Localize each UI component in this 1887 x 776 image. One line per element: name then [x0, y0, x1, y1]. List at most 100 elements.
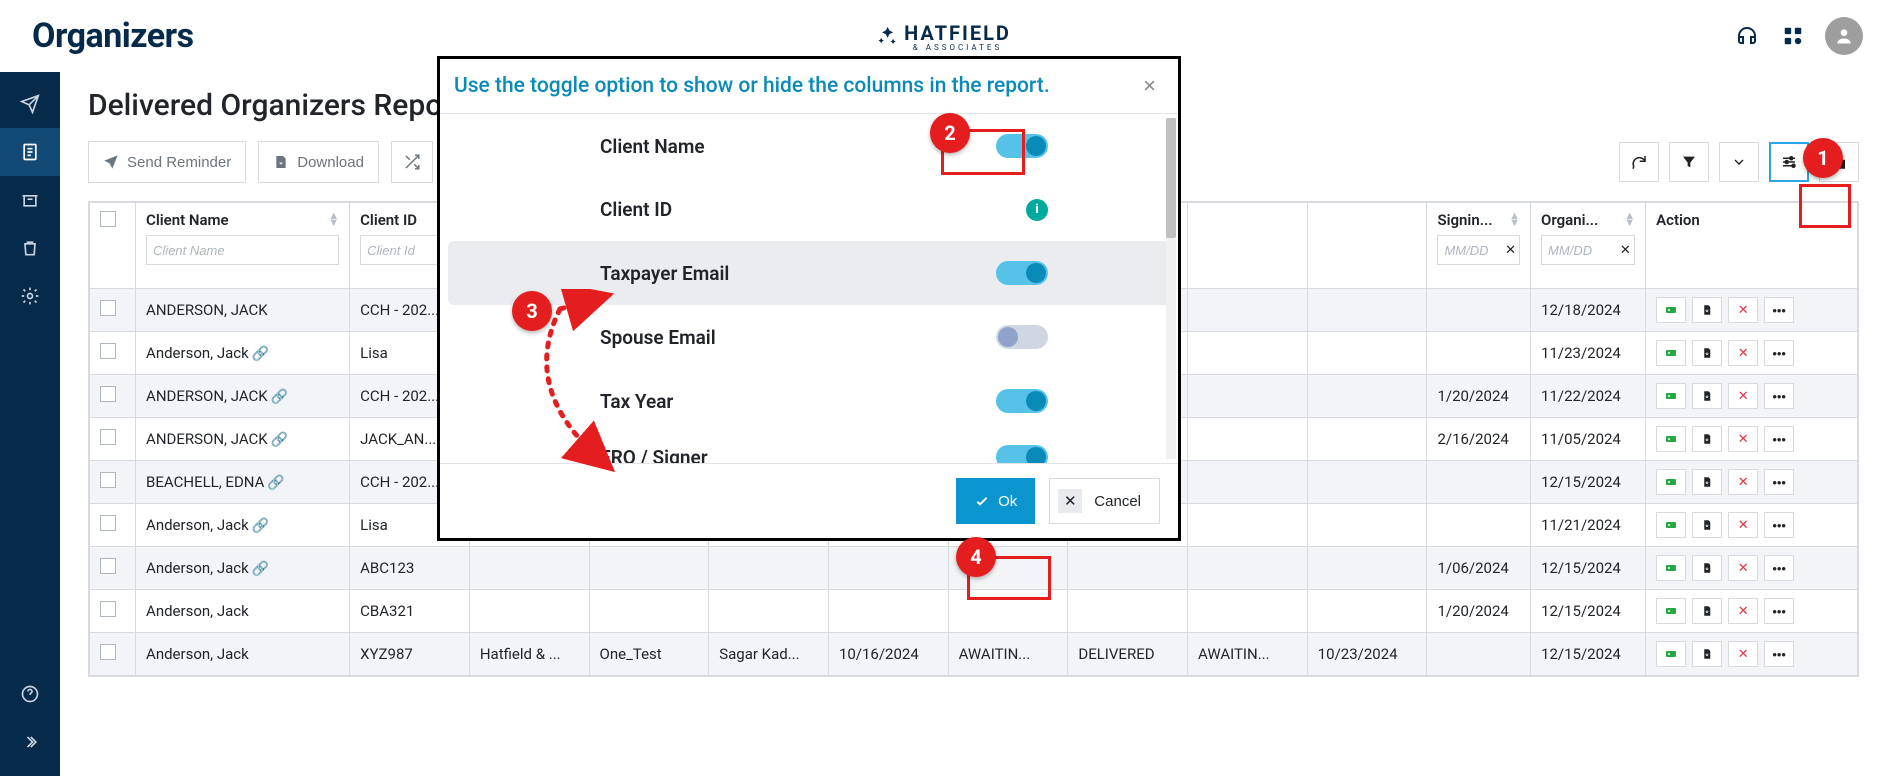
headset-icon[interactable] — [1733, 22, 1761, 50]
row-checkbox[interactable] — [100, 515, 116, 531]
row-checkbox[interactable] — [100, 343, 116, 359]
sidebar-item-archive[interactable] — [0, 176, 60, 224]
action-download-button[interactable] — [1692, 297, 1722, 323]
column-option-label: Client Name — [600, 135, 705, 158]
action-delete-button[interactable]: ✕ — [1728, 340, 1758, 366]
cancel-button[interactable]: ✕ Cancel — [1049, 478, 1160, 524]
sliders-icon — [1780, 153, 1798, 171]
action-view-button[interactable] — [1656, 598, 1686, 624]
clear-filter-button[interactable]: ✕ — [1616, 235, 1635, 265]
row-checkbox[interactable] — [100, 386, 116, 402]
filter-client-name[interactable] — [146, 235, 339, 265]
row-checkbox[interactable] — [100, 601, 116, 617]
shuffle-button[interactable] — [391, 141, 433, 183]
action-delete-button[interactable]: ✕ — [1728, 598, 1758, 624]
action-delete-button[interactable]: ✕ — [1728, 426, 1758, 452]
col-header-client-id[interactable]: Client ID — [360, 211, 417, 229]
expand-filter-button[interactable] — [1719, 142, 1759, 182]
row-checkbox[interactable] — [100, 558, 116, 574]
sidebar-item-trash[interactable] — [0, 224, 60, 272]
row-checkbox[interactable] — [100, 472, 116, 488]
action-view-button[interactable] — [1656, 469, 1686, 495]
row-checkbox[interactable] — [100, 429, 116, 445]
filter-button[interactable] — [1669, 142, 1709, 182]
sidebar-item-organizers[interactable] — [0, 128, 60, 176]
modal-scrollbar[interactable] — [1166, 118, 1176, 459]
action-download-button[interactable] — [1692, 426, 1722, 452]
action-download-button[interactable] — [1692, 555, 1722, 581]
ok-button[interactable]: Ok — [956, 478, 1035, 524]
callout-2: 2 — [930, 113, 970, 153]
send-reminder-button[interactable]: Send Reminder — [88, 141, 246, 183]
cell-signing — [1427, 633, 1531, 676]
info-icon[interactable]: i — [1026, 199, 1048, 221]
sidebar-item-send[interactable] — [0, 80, 60, 128]
cell-signing — [1427, 461, 1531, 504]
sort-icon[interactable]: ▲▼ — [328, 213, 339, 226]
action-delete-button[interactable]: ✕ — [1728, 555, 1758, 581]
action-more-button[interactable]: ••• — [1764, 340, 1794, 366]
column-option-label: Tax Year — [600, 390, 673, 413]
action-view-button[interactable] — [1656, 426, 1686, 452]
close-icon: ✕ — [1058, 489, 1082, 513]
action-delete-button[interactable]: ✕ — [1728, 512, 1758, 538]
column-option-row: Client IDi — [440, 178, 1178, 241]
action-more-button[interactable]: ••• — [1764, 555, 1794, 581]
action-delete-button[interactable]: ✕ — [1728, 297, 1758, 323]
sort-icon[interactable]: ▲▼ — [1509, 213, 1520, 226]
column-option-label: ERO / Signer — [600, 446, 708, 464]
chevron-down-icon — [1731, 154, 1747, 170]
col-header-signing[interactable]: Signin... — [1437, 211, 1492, 229]
action-more-button[interactable]: ••• — [1764, 297, 1794, 323]
action-view-button[interactable] — [1656, 555, 1686, 581]
cell-signing: 1/20/2024 — [1427, 375, 1531, 418]
action-delete-button[interactable]: ✕ — [1728, 641, 1758, 667]
filter-signing[interactable] — [1437, 235, 1502, 265]
action-delete-button[interactable]: ✕ — [1728, 469, 1758, 495]
action-more-button[interactable]: ••• — [1764, 512, 1794, 538]
action-view-button[interactable] — [1656, 297, 1686, 323]
action-view-button[interactable] — [1656, 383, 1686, 409]
action-more-button[interactable]: ••• — [1764, 469, 1794, 495]
apps-icon[interactable] — [1779, 22, 1807, 50]
row-checkbox[interactable] — [100, 644, 116, 660]
action-more-button[interactable]: ••• — [1764, 426, 1794, 452]
action-more-button[interactable]: ••• — [1764, 598, 1794, 624]
sort-icon[interactable]: ▲▼ — [1624, 213, 1635, 226]
action-download-button[interactable] — [1692, 383, 1722, 409]
sidebar-item-help[interactable] — [0, 670, 60, 718]
sidebar-item-settings[interactable] — [0, 272, 60, 320]
column-toggle[interactable] — [996, 389, 1048, 413]
column-toggle[interactable] — [996, 261, 1048, 285]
clear-filter-button[interactable]: ✕ — [1502, 235, 1520, 265]
action-download-button[interactable] — [1692, 598, 1722, 624]
filter-organizer[interactable] — [1541, 235, 1616, 265]
action-download-button[interactable] — [1692, 340, 1722, 366]
link-icon: 🔗 — [271, 389, 288, 405]
column-toggle[interactable] — [996, 325, 1048, 349]
select-all-checkbox[interactable] — [100, 211, 116, 227]
action-more-button[interactable]: ••• — [1764, 383, 1794, 409]
sidebar-item-expand[interactable] — [0, 718, 60, 766]
download-button[interactable]: Download — [258, 141, 379, 183]
row-checkbox[interactable] — [100, 300, 116, 316]
action-view-button[interactable] — [1656, 512, 1686, 538]
action-download-button[interactable] — [1692, 469, 1722, 495]
action-view-button[interactable] — [1656, 641, 1686, 667]
cell-client-name: BEACHELL, EDNA🔗 — [136, 461, 350, 504]
action-more-button[interactable]: ••• — [1764, 641, 1794, 667]
action-download-button[interactable] — [1692, 641, 1722, 667]
action-download-button[interactable] — [1692, 512, 1722, 538]
action-view-button[interactable] — [1656, 340, 1686, 366]
action-delete-button[interactable]: ✕ — [1728, 383, 1758, 409]
column-option-label: Spouse Email — [600, 326, 716, 349]
avatar[interactable] — [1825, 17, 1863, 55]
cell-client-name: Anderson, Jack🔗 — [136, 504, 350, 547]
col-header-client-name[interactable]: Client Name — [146, 211, 229, 229]
callout-3: 3 — [512, 291, 552, 331]
sidebar — [0, 72, 60, 776]
col-header-organizer[interactable]: Organi... — [1541, 211, 1598, 229]
column-toggle[interactable] — [996, 445, 1048, 463]
modal-close-button[interactable]: × — [1143, 73, 1156, 99]
refresh-button[interactable] — [1619, 142, 1659, 182]
